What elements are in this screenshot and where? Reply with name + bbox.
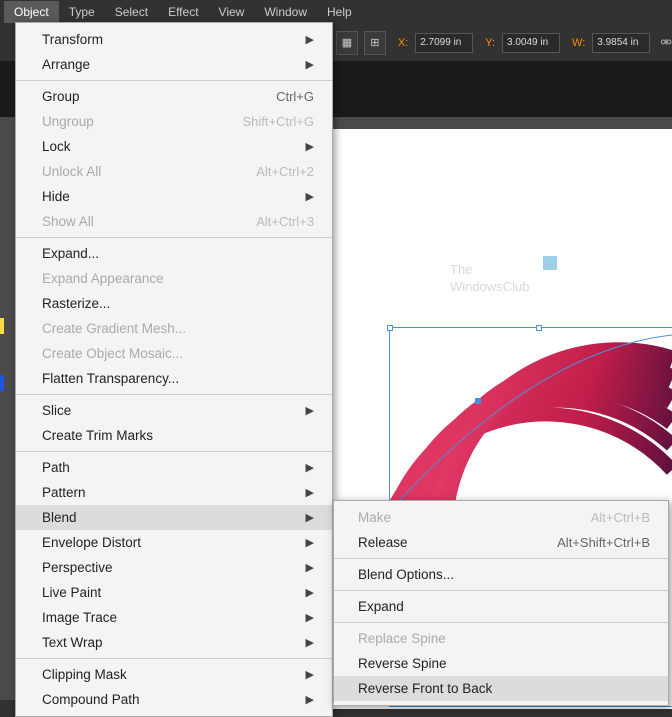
menu-item-label: Reverse Front to Back	[358, 681, 492, 696]
blend-menu-item-release[interactable]: Release Alt+Shift+Ctrl+B	[334, 530, 668, 555]
menu-item-label: Ungroup	[42, 114, 94, 129]
object-menu-item-clipping-mask[interactable]: Clipping Mask ▶	[16, 662, 332, 687]
menu-shortcut: Alt+Ctrl+3	[256, 214, 314, 229]
menu-item-label: Create Gradient Mesh...	[42, 321, 186, 336]
object-menu-item-show-all: Show All Alt+Ctrl+3	[16, 209, 332, 234]
blend-menu-item-separator	[334, 590, 668, 591]
menu-item-label: Reverse Spine	[358, 656, 447, 671]
submenu-arrow-icon: ▶	[306, 536, 314, 549]
menu-item-label: Hide	[42, 189, 70, 204]
object-menu-item-transform[interactable]: Transform ▶	[16, 27, 332, 52]
menu-shortcut: Alt+Ctrl+2	[256, 164, 314, 179]
submenu-arrow-icon: ▶	[306, 486, 314, 499]
menu-item-label: Text Wrap	[42, 635, 103, 650]
selection-handle[interactable]	[536, 325, 542, 331]
menu-item-label: Lock	[42, 139, 71, 154]
menu-item-label: Arrange	[42, 57, 90, 72]
object-menu-item-unlock-all: Unlock All Alt+Ctrl+2	[16, 159, 332, 184]
blend-menu-item-separator	[334, 622, 668, 623]
menu-item-label: Blend	[42, 510, 77, 525]
object-menu-item-lock[interactable]: Lock ▶	[16, 134, 332, 159]
submenu-arrow-icon: ▶	[306, 58, 314, 71]
menu-shortcut: Alt+Ctrl+B	[591, 510, 650, 525]
object-menu-item-slice[interactable]: Slice ▶	[16, 398, 332, 423]
object-menu-item-create-object-mosaic: Create Object Mosaic...	[16, 341, 332, 366]
object-menu-item-image-trace[interactable]: Image Trace ▶	[16, 605, 332, 630]
menu-item-label: Make	[358, 510, 391, 525]
blend-menu-item-replace-spine: Replace Spine	[334, 626, 668, 651]
object-dropdown: Transform ▶ Arrange ▶ Group Ctrl+G Ungroup Shif…	[15, 22, 333, 717]
object-menu-item-pattern[interactable]: Pattern ▶	[16, 480, 332, 505]
blend-menu-item-separator	[334, 558, 668, 559]
menu-item-label: Unlock All	[42, 164, 101, 179]
menu-item-label: Envelope Distort	[42, 535, 141, 550]
blend-menu-item-make: Make Alt+Ctrl+B	[334, 505, 668, 530]
submenu-arrow-icon: ▶	[306, 190, 314, 203]
submenu-arrow-icon: ▶	[306, 33, 314, 46]
menu-item-label: Replace Spine	[358, 631, 446, 646]
menu-item-label: Clipping Mask	[42, 667, 127, 682]
object-menu-item-envelope-distort[interactable]: Envelope Distort ▶	[16, 530, 332, 555]
menu-item-label: Expand...	[42, 246, 99, 261]
object-menu-item-live-paint[interactable]: Live Paint ▶	[16, 580, 332, 605]
object-menu-item-expand[interactable]: Expand...	[16, 241, 332, 266]
menu-item-label: Perspective	[42, 560, 113, 575]
object-menu-item-separator	[16, 237, 332, 238]
submenu-arrow-icon: ▶	[306, 636, 314, 649]
submenu-arrow-icon: ▶	[306, 561, 314, 574]
submenu-arrow-icon: ▶	[306, 511, 314, 524]
object-menu-item-blend[interactable]: Blend ▶	[16, 505, 332, 530]
object-menu-item-expand-appearance: Expand Appearance	[16, 266, 332, 291]
object-menu-item-separator	[16, 658, 332, 659]
object-menu-item-create-gradient-mesh: Create Gradient Mesh...	[16, 316, 332, 341]
object-menu-item-flatten-transparency[interactable]: Flatten Transparency...	[16, 366, 332, 391]
menu-item-label: Pattern	[42, 485, 86, 500]
blend-submenu: Make Alt+Ctrl+B Release Alt+Shift+Ctrl+B Ble…	[333, 500, 669, 706]
submenu-arrow-icon: ▶	[306, 140, 314, 153]
blend-menu-item-blend-options[interactable]: Blend Options...	[334, 562, 668, 587]
object-menu-item-hide[interactable]: Hide ▶	[16, 184, 332, 209]
selection-center-icon	[475, 398, 481, 404]
menu-item-label: Release	[358, 535, 408, 550]
menu-item-label: Rasterize...	[42, 296, 110, 311]
object-menu-item-separator	[16, 394, 332, 395]
object-menu-item-arrange[interactable]: Arrange ▶	[16, 52, 332, 77]
menu-item-label: Live Paint	[42, 585, 101, 600]
object-menu-item-perspective[interactable]: Perspective ▶	[16, 555, 332, 580]
menu-item-label: Blend Options...	[358, 567, 454, 582]
object-menu-item-path[interactable]: Path ▶	[16, 455, 332, 480]
menu-item-label: Slice	[42, 403, 71, 418]
object-menu-item-ungroup: Ungroup Shift+Ctrl+G	[16, 109, 332, 134]
blend-menu-item-expand[interactable]: Expand	[334, 594, 668, 619]
menu-item-label: Transform	[42, 32, 103, 47]
object-menu-item-separator	[16, 80, 332, 81]
object-menu-item-create-trim-marks[interactable]: Create Trim Marks	[16, 423, 332, 448]
menu-shortcut: Alt+Shift+Ctrl+B	[557, 535, 650, 550]
submenu-arrow-icon: ▶	[306, 668, 314, 681]
menu-item-label: Create Object Mosaic...	[42, 346, 183, 361]
object-menu-item-group[interactable]: Group Ctrl+G	[16, 84, 332, 109]
menu-item-label: Image Trace	[42, 610, 117, 625]
menu-item-label: Expand	[358, 599, 404, 614]
blend-menu-item-reverse-spine[interactable]: Reverse Spine	[334, 651, 668, 676]
menu-item-label: Show All	[42, 214, 94, 229]
menu-item-label: Path	[42, 460, 70, 475]
menu-item-label: Flatten Transparency...	[42, 371, 179, 386]
submenu-arrow-icon: ▶	[306, 461, 314, 474]
submenu-arrow-icon: ▶	[306, 586, 314, 599]
object-menu-item-text-wrap[interactable]: Text Wrap ▶	[16, 630, 332, 655]
object-menu-item-separator	[16, 451, 332, 452]
menu-item-label: Expand Appearance	[42, 271, 164, 286]
submenu-arrow-icon: ▶	[306, 404, 314, 417]
menu-shortcut: Ctrl+G	[276, 89, 314, 104]
submenu-arrow-icon: ▶	[306, 611, 314, 624]
menu-shortcut: Shift+Ctrl+G	[242, 114, 314, 129]
menu-item-label: Create Trim Marks	[42, 428, 153, 443]
object-menu-item-rasterize[interactable]: Rasterize...	[16, 291, 332, 316]
selection-handle[interactable]	[387, 325, 393, 331]
blend-menu-item-reverse-front-to-back[interactable]: Reverse Front to Back	[334, 676, 668, 701]
menu-item-label: Group	[42, 89, 80, 104]
